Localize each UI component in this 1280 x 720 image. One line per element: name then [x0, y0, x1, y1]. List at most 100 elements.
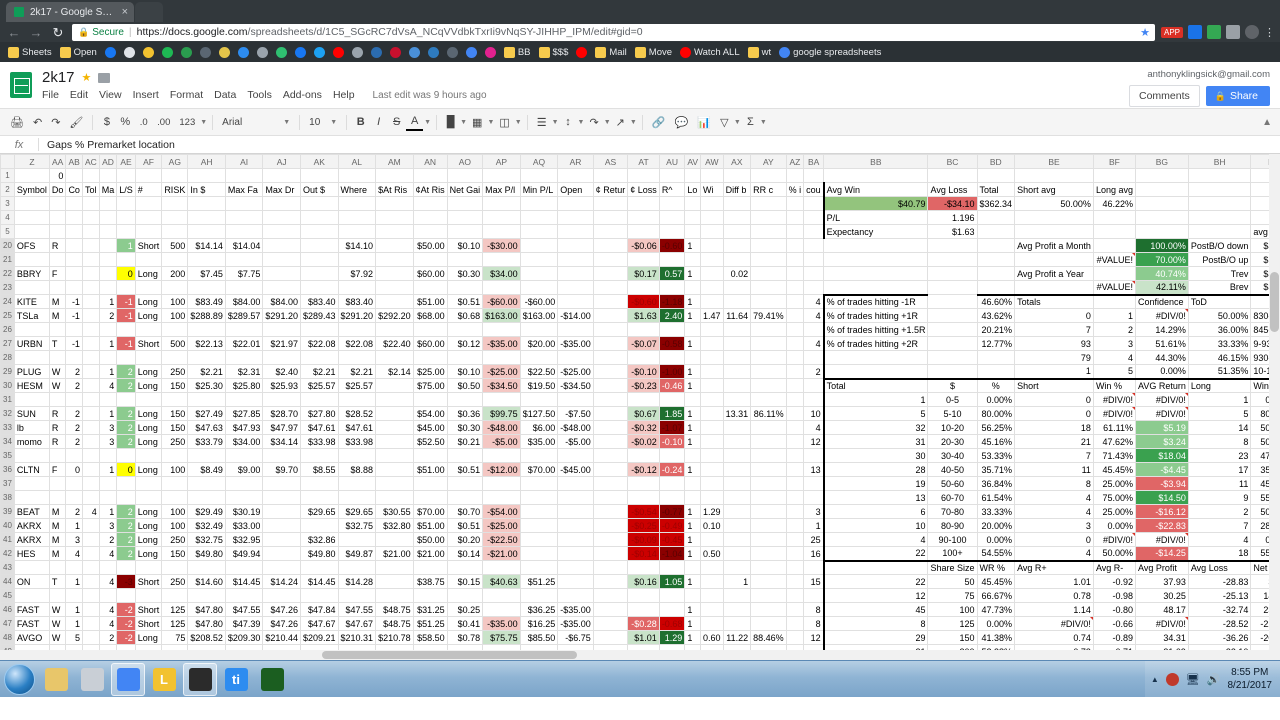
cell-out[interactable]	[337, 532, 377, 547]
grid-cell[interactable]	[81, 476, 100, 491]
cell-day[interactable]: W	[48, 378, 67, 393]
grid-cell[interactable]	[785, 350, 805, 365]
grid-cell[interactable]	[592, 322, 629, 337]
grid-cell[interactable]	[1134, 196, 1189, 211]
grid-cell[interactable]	[81, 588, 100, 603]
currency-format-button[interactable]: $	[98, 114, 115, 130]
row-header-47[interactable]: 47	[0, 616, 15, 631]
grid-cell[interactable]	[65, 490, 83, 505]
column-label-AJ[interactable]: Max Dr	[262, 182, 301, 197]
grid-cell[interactable]	[557, 322, 594, 337]
cell-count[interactable]: 2	[803, 364, 825, 379]
grid-cell[interactable]	[976, 238, 1016, 253]
grid-cell[interactable]	[592, 224, 629, 239]
grid-cell[interactable]	[1092, 224, 1136, 239]
cell-tol2[interactable]	[81, 630, 100, 645]
cell-r[interactable]: 1	[684, 336, 702, 351]
cell-ls[interactable]: Short	[134, 616, 163, 631]
price-long[interactable]: 7	[1187, 518, 1252, 533]
grid-cell[interactable]	[337, 588, 377, 603]
bookmark-item[interactable]	[329, 46, 348, 58]
grid-cell[interactable]	[299, 350, 339, 365]
stat-value-short-avg[interactable]: 50.00%	[1014, 196, 1094, 211]
cell-day[interactable]: T	[48, 336, 67, 351]
cell-r[interactable]: 1	[684, 546, 702, 561]
grid-cell[interactable]	[299, 280, 339, 295]
row-header-43[interactable]: 43	[0, 560, 15, 575]
cell-ls[interactable]: Long	[134, 308, 163, 323]
paint-format-icon[interactable]: 🖌	[65, 114, 87, 131]
cell-cents-loss[interactable]: 1.29	[658, 630, 686, 645]
cell-symbol[interactable]: PLUG	[13, 364, 50, 379]
cell-c[interactable]: 1	[65, 518, 83, 533]
cell-where[interactable]: $30.55	[375, 504, 414, 519]
grid-cell[interactable]	[658, 490, 686, 505]
extension-green-icon[interactable]	[1207, 25, 1221, 39]
cell-wi[interactable]	[722, 518, 752, 533]
price-short-win[interactable]: 0.00%	[1092, 518, 1136, 533]
cell-at-risk[interactable]: $60.00	[412, 336, 448, 351]
column-header-BF[interactable]: BF	[1092, 154, 1136, 169]
share-loss[interactable]: -28.52	[1187, 616, 1252, 631]
share-hdr-wr[interactable]: WR %	[976, 559, 1016, 575]
conf-count[interactable]: 1	[1014, 364, 1094, 379]
grid-cell[interactable]	[98, 252, 118, 267]
column-header-BH[interactable]: BH	[1187, 154, 1252, 169]
grid-cell[interactable]	[519, 210, 559, 225]
grid-cell[interactable]	[187, 196, 226, 211]
cell-cents-loss[interactable]: -0.68	[658, 616, 686, 631]
cell-out[interactable]: $291.20	[337, 308, 377, 323]
cell-at-risk[interactable]: $25.00	[412, 364, 448, 379]
cell-c[interactable]: 2	[65, 364, 83, 379]
price-total[interactable]: 5	[822, 406, 929, 421]
grid-cell[interactable]	[976, 210, 1016, 225]
grid-cell[interactable]	[337, 476, 377, 491]
grid-cell[interactable]	[927, 322, 978, 337]
grid-cell[interactable]	[187, 392, 226, 407]
cell-qty[interactable]: 500	[161, 238, 189, 253]
cell-min-pl[interactable]	[557, 294, 594, 309]
bookmark-item[interactable]: $$$	[535, 46, 573, 58]
cell-out[interactable]: $28.52	[337, 406, 377, 421]
price-hdr-dollar[interactable]: $	[927, 377, 978, 393]
cell-cents-loss[interactable]: 1.85	[658, 406, 686, 421]
column-label-AL[interactable]: Where	[337, 182, 377, 197]
grid-cell[interactable]	[684, 168, 702, 183]
cell-ma[interactable]: -1	[116, 294, 136, 309]
maximize-button[interactable]	[1220, 0, 1250, 22]
cell-maxfa[interactable]	[262, 504, 301, 519]
cell-ma[interactable]: -3	[116, 574, 136, 589]
grid-cell[interactable]	[187, 322, 226, 337]
grid-cell[interactable]	[375, 168, 414, 183]
row-header-38[interactable]: 38	[0, 490, 15, 505]
column-label-AC[interactable]: Tol	[81, 182, 100, 197]
grid-cell[interactable]	[299, 448, 339, 463]
cell-where[interactable]: $48.75	[375, 616, 414, 631]
grid-cell[interactable]	[187, 252, 226, 267]
grid-cell[interactable]	[1014, 252, 1094, 267]
decrease-decimal-button[interactable]: .0	[135, 115, 152, 130]
formula-input[interactable]: Gaps % Premarket location	[39, 139, 175, 151]
grid-cell[interactable]	[927, 294, 978, 309]
cell-tol[interactable]: 4	[98, 378, 118, 393]
grid-cell[interactable]	[557, 350, 594, 365]
label-avg-profit-month[interactable]: Avg Profit a Month	[1014, 238, 1094, 253]
cell-where[interactable]: $292.20	[375, 308, 414, 323]
cell-cents-at-risk[interactable]: $0.20	[446, 532, 484, 547]
tod-pct[interactable]: 36.00%	[1187, 322, 1252, 337]
price-long[interactable]: 1	[1187, 392, 1252, 407]
cell-where[interactable]	[375, 294, 414, 309]
stat-value-total[interactable]: $362.34	[976, 196, 1016, 211]
grid-cell[interactable]	[299, 588, 339, 603]
grid-cell[interactable]	[785, 224, 805, 239]
cell-at-risk[interactable]: $60.00	[412, 266, 448, 281]
conf-level[interactable]: 5	[1092, 364, 1136, 379]
cell-out[interactable]: $33.98	[337, 434, 377, 449]
cell-max-pl[interactable]: $163.00	[519, 308, 559, 323]
cell-symbol[interactable]: KITE	[13, 294, 50, 309]
cell-ls[interactable]: Short	[134, 336, 163, 351]
cell-in[interactable]: $27.85	[224, 406, 264, 421]
share-profit[interactable]: #DIV/0!	[1134, 616, 1189, 631]
grid-cell[interactable]	[557, 252, 594, 267]
grid-cell[interactable]	[684, 322, 702, 337]
